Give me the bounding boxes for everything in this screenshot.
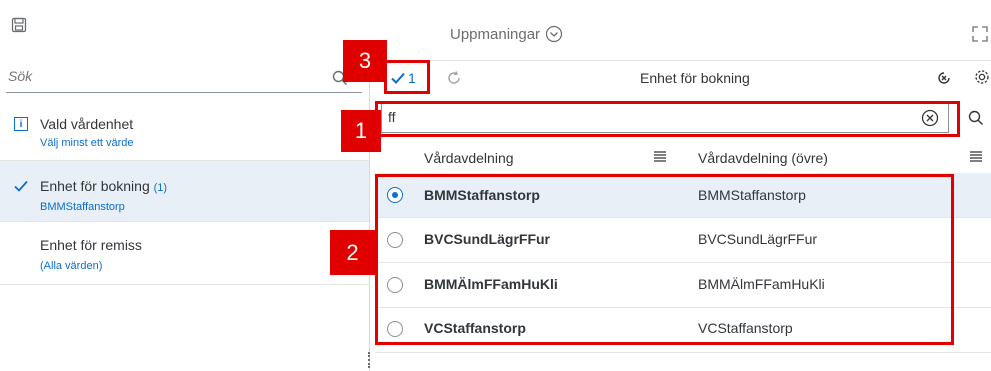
column-header-vardavdelning[interactable]: Vårdavdelning [424, 150, 514, 166]
filter-item-vald-vardenhet[interactable]: i Vald vårdenhet Välj minst ett värde [0, 100, 370, 161]
annotation-label-2: 2 [330, 230, 375, 275]
checkmark-icon [12, 177, 30, 195]
annotation-label-3: 3 [343, 40, 387, 82]
annotation-box-count [384, 60, 430, 94]
clear-selection-icon[interactable] [934, 68, 954, 88]
refresh-icon[interactable] [444, 68, 464, 88]
filter-name: Enhet för bokning (1) [40, 178, 167, 194]
filter-item-enhet-for-remiss[interactable]: Enhet för remiss (Alla värden) [0, 222, 370, 285]
value-panel-title: Enhet för bokning [640, 70, 750, 86]
filter-name-text: Enhet för bokning [40, 178, 150, 194]
fullscreen-icon[interactable] [970, 24, 990, 44]
info-icon: i [14, 117, 28, 131]
column-header-vardavdelning-ovre[interactable]: Vårdavdelning (övre) [698, 150, 828, 166]
value-search-icon[interactable] [966, 108, 986, 128]
filter-subtext: Välj minst ett värde [40, 137, 134, 149]
toolbar-title: Uppmaningar [450, 26, 541, 43]
column-menu-icon[interactable] [652, 148, 668, 166]
resize-handle[interactable] [368, 352, 373, 368]
annotation-box-rows [375, 174, 954, 345]
filter-item-enhet-for-bokning[interactable]: Enhet för bokning (1) BMMStaffanstorp [0, 161, 370, 222]
save-icon[interactable] [8, 14, 30, 36]
filter-subtext: (Alla värden) [40, 260, 103, 272]
panel-divider [369, 60, 370, 371]
filter-search-input[interactable] [6, 62, 310, 90]
filter-count: (1) [153, 182, 168, 194]
filter-search[interactable] [6, 62, 362, 93]
annotation-label-1: 1 [341, 110, 381, 152]
filter-name: Vald vårdenhet [40, 116, 134, 132]
chevron-down-icon[interactable] [544, 24, 564, 44]
gear-icon[interactable] [972, 67, 991, 87]
column-menu-icon[interactable] [968, 148, 984, 166]
filter-name: Enhet för remiss [40, 237, 142, 253]
annotation-box-search [375, 101, 960, 137]
filter-subtext: BMMStaffanstorp [40, 201, 125, 213]
